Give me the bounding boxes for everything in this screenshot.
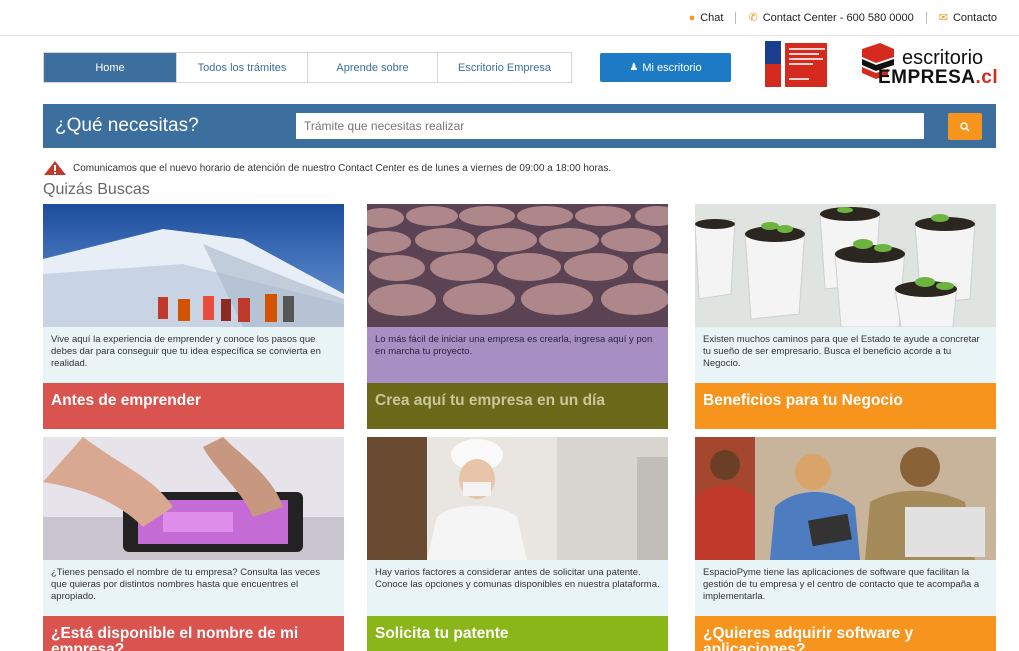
card-description: Hay varios factores a considerar antes d… — [367, 560, 668, 616]
main-nav: Home Todos los trámites Aprende sobre Es… — [43, 52, 572, 83]
chat-link[interactable]: ● Chat — [689, 12, 724, 24]
card-title: Beneficios para tu Negocio — [695, 383, 996, 429]
nav-item-aprende-sobre[interactable]: Aprende sobre — [308, 53, 438, 82]
chat-label: Chat — [700, 12, 724, 24]
divider — [925, 12, 927, 24]
mi-escritorio-label: Mi escritorio — [642, 61, 702, 74]
card-description: ¿Tienes pensado el nombre de tu empresa?… — [43, 560, 344, 616]
phone-icon: ✆ — [748, 11, 758, 24]
logo-empresa-text: EMPRESA — [878, 67, 976, 88]
search-icon — [960, 121, 970, 132]
card-image-cookies — [367, 204, 668, 327]
nav-item-todos-los-tramites[interactable]: Todos los trámites — [177, 53, 308, 82]
mi-escritorio-button[interactable]: ♟ Mi escritorio — [600, 53, 731, 82]
card-image-baker — [367, 437, 668, 560]
contacto-link[interactable]: ✉ Contacto — [939, 12, 997, 24]
nav-item-escritorio-empresa[interactable]: Escritorio Empresa — [438, 53, 571, 82]
card-title: Antes de emprender — [43, 383, 344, 429]
card-title: Solicita tu patente — [367, 616, 668, 651]
escritorio-empresa-logo[interactable]: escritorio EMPRESA.cl — [858, 43, 1008, 91]
logo-line-2: EMPRESA.cl — [878, 67, 998, 89]
search-button[interactable] — [948, 113, 982, 140]
card-image-mountain — [43, 204, 344, 327]
envelope-icon: ✉ — [938, 11, 948, 24]
card-image-people — [695, 437, 996, 560]
card-title: Crea aquí tu empresa en un día — [367, 383, 668, 429]
search-band: ¿Qué necesitas? — [43, 104, 996, 148]
notice-text: Comunicamos que el nuevo horario de aten… — [73, 162, 612, 174]
card-description: EspacioPyme tiene las aplicaciones de so… — [695, 560, 996, 616]
section-title: Quizás Buscas — [43, 181, 150, 198]
card-title: ¿Está disponible el nombre de mi empresa… — [43, 616, 344, 651]
card-description: Lo más fácil de iniciar una empresa es c… — [367, 327, 668, 383]
contact-center-label: Contact Center - 600 580 0000 — [762, 12, 914, 24]
notice-bar: Comunicamos que el nuevo horario de aten… — [43, 160, 611, 176]
contact-center-link[interactable]: ✆ Contact Center - 600 580 0000 — [748, 12, 913, 24]
card-description: Existen muchos caminos para que el Estad… — [695, 327, 996, 383]
flag-stripe — [765, 41, 781, 87]
card-image-phone — [43, 437, 344, 560]
user-icon: ♟ — [629, 62, 639, 73]
divider — [735, 12, 737, 24]
nav-item-home[interactable]: Home — [44, 53, 177, 82]
top-utility-bar: ● Chat ✆ Contact Center - 600 580 0000 ✉… — [0, 0, 1019, 36]
warning-icon — [44, 161, 66, 175]
card-description: Vive aquí la experiencia de emprender y … — [43, 327, 344, 383]
logo-suffix: .cl — [975, 67, 999, 88]
government-logo-emblem — [785, 43, 827, 87]
chat-icon: ● — [688, 11, 696, 24]
government-logo — [765, 41, 827, 87]
utility-links: ● Chat ✆ Contact Center - 600 580 0000 ✉… — [689, 12, 997, 24]
card-image-seedlings — [695, 204, 996, 327]
search-question: ¿Qué necesitas? — [55, 115, 199, 136]
search-input[interactable] — [296, 113, 924, 139]
card-title: ¿Quieres adquirir software y aplicacione… — [695, 616, 996, 651]
contacto-label: Contacto — [952, 12, 997, 24]
